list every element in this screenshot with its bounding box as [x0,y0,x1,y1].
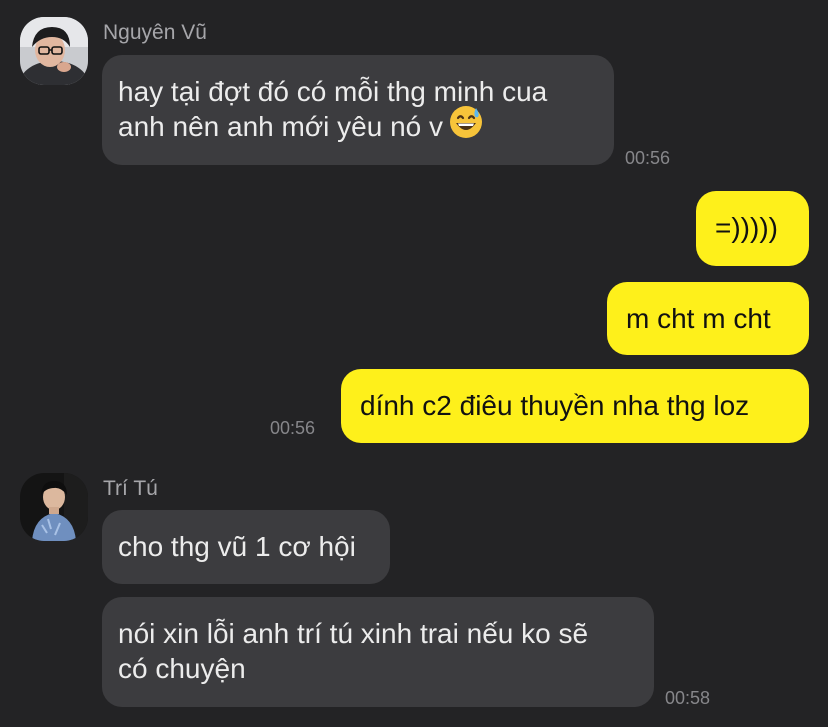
profile-photo-icon [20,17,88,85]
message-text-line: anh nên anh mới yêu nó v [118,105,598,147]
message-text: anh nên anh mới yêu nó v [118,111,444,142]
sender-name: Trí Tú [103,477,158,500]
chat-screen: { "colors": { "background": "#232325", "… [0,0,828,727]
message-timestamp: 00:56 [270,418,316,438]
profile-photo-icon [20,473,88,541]
outgoing-message-bubble[interactable]: dính c2 điêu thuyền nha thg loz [341,369,809,443]
incoming-message-bubble[interactable]: cho thg vũ 1 cơ hội [102,510,390,584]
sender-avatar-tri-tu[interactable] [20,473,88,541]
outgoing-message-bubble[interactable]: =))))) [696,191,809,266]
message-text-line: hay tại đợt đó có mỗi thg minh cua [118,76,548,107]
grinning-face-with-sweat-emoji [449,105,483,147]
sender-name: Nguyên Vũ [103,21,207,44]
sender-avatar-nguyen-vu[interactable] [20,17,88,85]
incoming-message-bubble[interactable]: nói xin lỗi anh trí tú xinh trai nếu ko … [102,597,654,707]
message-timestamp: 00:56 [625,148,671,168]
message-text-line: nói xin lỗi anh trí tú xinh trai nếu ko … [118,618,589,649]
message-timestamp: 00:58 [665,688,711,708]
incoming-message-bubble[interactable]: hay tại đợt đó có mỗi thg minh cua anh n… [102,55,614,165]
outgoing-message-bubble[interactable]: m cht m cht [607,282,809,355]
message-text-line: có chuyện [118,653,246,684]
